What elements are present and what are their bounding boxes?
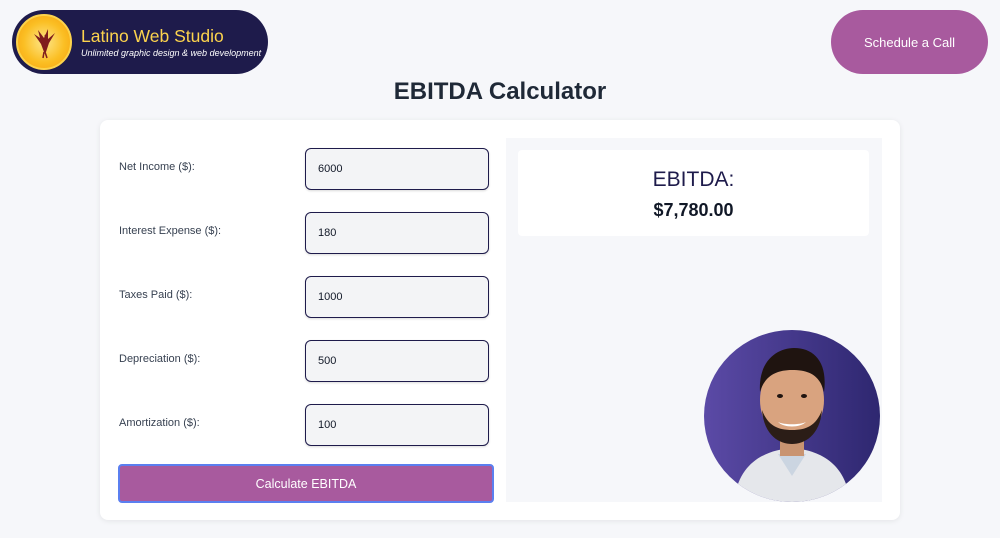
calculator-card: Net Income ($): Interest Expense ($): Ta…	[100, 120, 900, 520]
phoenix-logo-icon	[16, 14, 72, 70]
ebitda-form: Net Income ($): Interest Expense ($): Ta…	[100, 120, 500, 520]
net-income-input[interactable]	[305, 148, 489, 190]
net-income-row: Net Income ($):	[119, 148, 489, 190]
schedule-call-button[interactable]: Schedule a Call	[831, 10, 988, 74]
calculate-ebitda-button[interactable]: Calculate EBITDA	[118, 464, 494, 503]
interest-expense-input[interactable]	[305, 212, 489, 254]
page-title: EBITDA Calculator	[393, 78, 607, 105]
depreciation-input[interactable]	[305, 340, 489, 382]
amortization-row: Amortization ($):	[119, 404, 489, 446]
brand-name: Latino Web Studio	[81, 25, 224, 46]
result-label: EBITDA:	[652, 168, 735, 191]
depreciation-label: Depreciation ($):	[119, 353, 201, 365]
brand-tagline: Unlimited graphic design & web developme…	[81, 47, 262, 58]
avatar	[704, 330, 880, 502]
result-box: EBITDA: $7,780.00	[518, 150, 869, 236]
interest-expense-label: Interest Expense ($):	[119, 225, 222, 237]
net-income-label: Net Income ($):	[119, 161, 195, 173]
taxes-paid-input[interactable]	[305, 276, 489, 318]
interest-expense-row: Interest Expense ($):	[119, 212, 489, 254]
amortization-label: Amortization ($):	[119, 417, 200, 429]
amortization-input[interactable]	[305, 404, 489, 446]
result-panel: EBITDA: $7,780.00	[506, 138, 882, 502]
taxes-paid-row: Taxes Paid ($):	[119, 276, 489, 318]
brand-pill[interactable]: Latino Web Studio Unlimited graphic desi…	[12, 10, 268, 74]
taxes-paid-label: Taxes Paid ($):	[119, 289, 193, 301]
person-portrait-icon	[734, 348, 850, 502]
depreciation-row: Depreciation ($):	[119, 340, 489, 382]
result-value: $7,780.00	[653, 200, 734, 220]
